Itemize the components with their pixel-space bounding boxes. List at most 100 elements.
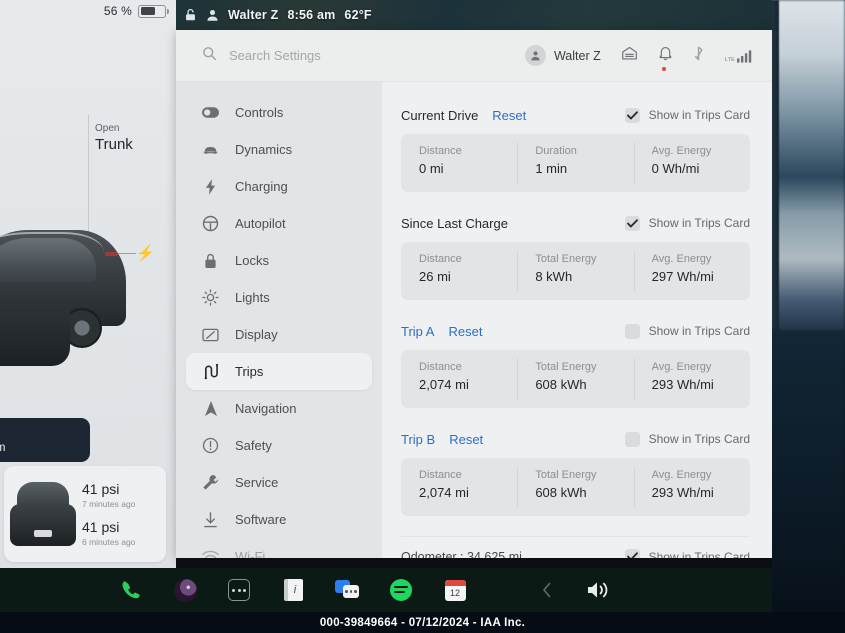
search-icon (202, 46, 217, 66)
stat-value: 1 min (535, 161, 568, 176)
sidebar-label: Dynamics (235, 142, 293, 157)
camera-icon[interactable] (172, 577, 198, 603)
settings-window: Search Settings Walter Z LTE Controls Dy… (176, 30, 772, 558)
sidebar-item-safety[interactable]: Safety (186, 427, 372, 464)
stat-label: Distance (419, 469, 462, 481)
checkbox-checked[interactable] (624, 107, 640, 123)
show-in-trips-label: Show in Trips Card (648, 324, 750, 338)
sidebar-item-lights[interactable]: Lights (186, 279, 372, 316)
section-title-trip-b[interactable]: Trip B (401, 432, 435, 447)
sidebar-item-software[interactable]: Software (186, 501, 372, 538)
messages-icon[interactable] (334, 577, 360, 603)
stat-value: 293 Wh/mi (651, 377, 714, 392)
section-header: Trip A Reset Show in Trips Card (401, 320, 750, 342)
checkbox-unchecked[interactable] (624, 323, 640, 339)
windshield-view (770, 0, 845, 340)
checkbox-checked[interactable] (624, 215, 640, 231)
sidebar-item-locks[interactable]: Locks (186, 242, 372, 279)
section-header: Since Last Charge Show in Trips Card (401, 212, 750, 234)
back-chevron-icon[interactable] (534, 577, 560, 603)
sidebar-item-autopilot[interactable]: Autopilot (186, 205, 372, 242)
calendar-icon[interactable]: 12 (442, 577, 468, 603)
sidebar-item-navigation[interactable]: Navigation (186, 390, 372, 427)
garage-icon[interactable] (621, 45, 638, 66)
stat-cell: Total Energy 608 kWh (517, 458, 633, 516)
reset-button-current-drive[interactable]: Reset (492, 108, 526, 123)
section-title: Since Last Charge (401, 215, 508, 231)
car-icon (202, 144, 219, 155)
stat-label: Total Energy (535, 469, 597, 481)
show-in-trips-toggle[interactable]: Show in Trips Card (624, 107, 750, 123)
unlock-icon[interactable] (184, 8, 197, 22)
sidebar-label: Wi-Fi (235, 549, 266, 558)
spotify-icon[interactable] (388, 577, 414, 603)
steering-wheel-icon (202, 215, 219, 232)
notes-icon[interactable]: i (280, 577, 306, 603)
trunk-action-label: Open (95, 123, 120, 134)
show-in-trips-toggle[interactable]: Show in Trips Card (624, 431, 750, 447)
reset-button-trip-a[interactable]: Reset (448, 324, 482, 339)
winding-road-icon (202, 363, 219, 380)
phone-icon[interactable] (118, 577, 144, 603)
sidebar-label: Controls (235, 105, 284, 120)
bell-icon[interactable] (658, 45, 673, 71)
navigation-arrow-icon (202, 400, 219, 417)
stats-row-trip-b: Distance 2,074 mi Total Energy 608 kWh A… (401, 458, 750, 516)
lte-label: LTE (724, 56, 735, 63)
status-driver-name: Walter Z (228, 8, 279, 22)
lte-signal-icon[interactable]: LTE (725, 49, 752, 63)
stat-cell: Avg. Energy 293 Wh/mi (633, 458, 750, 516)
profile-button[interactable]: Walter Z (524, 45, 601, 66)
battery-indicator[interactable]: 56 % (103, 4, 169, 18)
app-grid-icon[interactable] (226, 577, 252, 603)
battery-icon (138, 4, 169, 18)
reset-button-trip-b[interactable]: Reset (449, 432, 483, 447)
search-settings-field[interactable]: Search Settings (176, 46, 525, 66)
stat-cell: Distance 26 mi (401, 242, 517, 300)
sidebar-label: Charging (235, 179, 288, 194)
sidebar-label: Trips (235, 364, 264, 379)
sidebar-label: Navigation (235, 401, 297, 416)
person-icon[interactable] (206, 8, 219, 22)
sidebar-item-service[interactable]: Service (186, 464, 372, 501)
bolt-icon[interactable]: ⚡ (136, 246, 155, 261)
sidebar-item-wifi[interactable]: Wi-Fi (186, 538, 372, 558)
show-in-trips-toggle[interactable]: Show in Trips Card (624, 549, 750, 558)
show-in-trips-toggle[interactable]: Show in Trips Card (624, 323, 750, 339)
trips-settings-content: Current Drive Reset Show in Trips Card D… (382, 82, 772, 558)
volume-icon[interactable] (586, 577, 612, 603)
checkbox-checked[interactable] (624, 549, 640, 558)
sidebar-item-charging[interactable]: Charging (186, 168, 372, 205)
stat-value: 2,074 mi (419, 485, 469, 500)
stats-row-current-drive: Distance 0 mi Duration 1 min Avg. Energy… (401, 134, 750, 192)
tire-pressure-timestamp: 7 minutes ago (82, 499, 136, 509)
sidebar-item-dynamics[interactable]: Dynamics (186, 131, 372, 168)
vehicle-illustration[interactable]: ⚡ (0, 212, 155, 366)
tire-pressure-timestamp: 6 minutes ago (82, 537, 136, 547)
stat-label: Distance (419, 361, 462, 373)
open-trunk-control[interactable]: Open Trunk (95, 122, 133, 154)
header-user-name: Walter Z (553, 48, 601, 63)
bluetooth-icon[interactable] (693, 45, 705, 67)
battery-percent-label: 56 % (103, 4, 132, 18)
sidebar-label: Display (235, 327, 278, 342)
show-in-trips-toggle[interactable]: Show in Trips Card (624, 215, 750, 231)
stat-value: 26 mi (419, 269, 451, 284)
show-in-trips-label: Show in Trips Card (648, 432, 750, 446)
vehicle-status-panel: 56 % Open Trunk ⚡ e used (0, 0, 176, 568)
os-status-bar: Walter Z 8:56 am 62°F (176, 0, 772, 30)
sidebar-item-trips[interactable]: Trips (186, 353, 372, 390)
status-temperature: 62°F (344, 8, 372, 22)
sun-icon (202, 289, 219, 306)
warning-tooltip: e used to window trim (0, 418, 90, 462)
checkbox-unchecked[interactable] (624, 431, 640, 447)
open-door-indicator (0, 304, 70, 366)
dock-right-controls (534, 577, 772, 603)
tire-pressure-value: 41 psi (82, 519, 120, 535)
section-title-trip-a[interactable]: Trip A (401, 324, 434, 339)
sidebar-item-controls[interactable]: Controls (186, 94, 372, 131)
sidebar-item-display[interactable]: Display (186, 316, 372, 353)
charge-port-line (118, 253, 136, 254)
sidebar-label: Safety (235, 438, 272, 453)
tire-pressure-card[interactable]: 41 psi 7 minutes ago 41 psi 6 minutes ag… (4, 466, 166, 562)
